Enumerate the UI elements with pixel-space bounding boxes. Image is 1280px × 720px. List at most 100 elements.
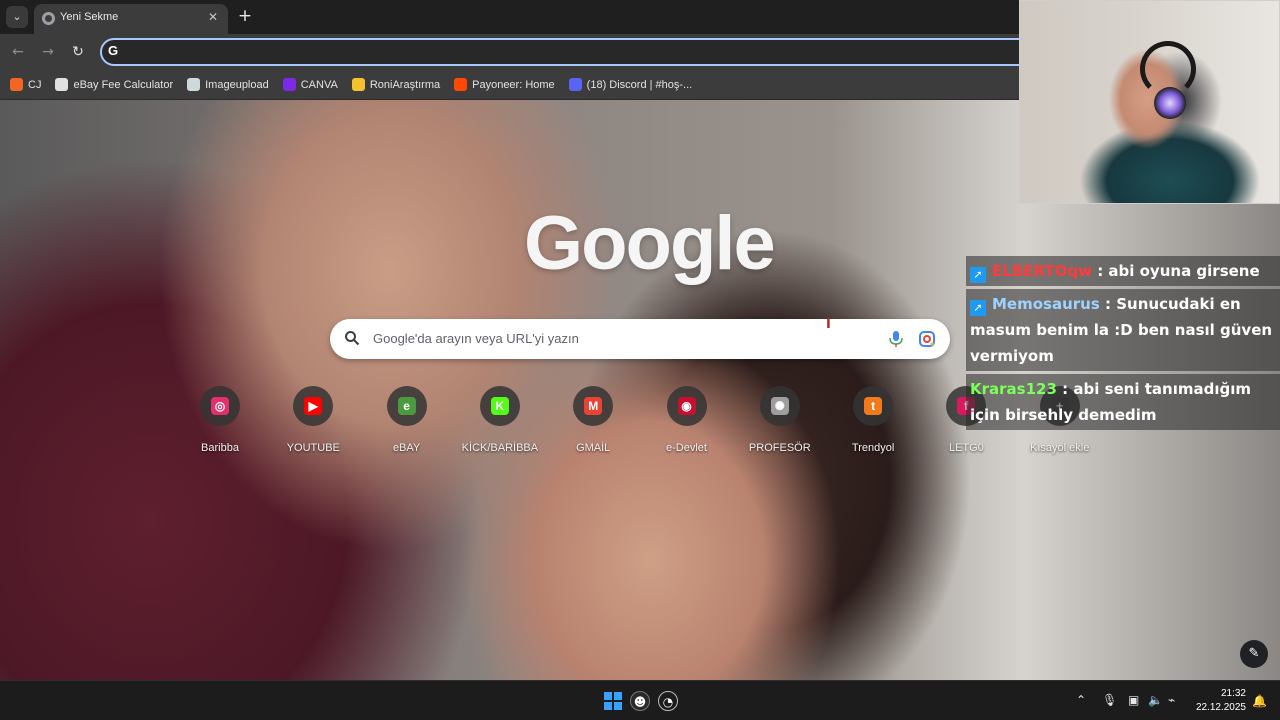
shortcut-favicon-icon: ✺: [770, 397, 789, 415]
shortcut-tile[interactable]: ◉ e-Devlet: [641, 386, 733, 466]
shortcut-favicon-icon: M: [584, 397, 603, 415]
shortcut-icon-circle: M: [573, 386, 614, 426]
forward-icon[interactable]: →: [38, 42, 58, 62]
chrome-icon: [42, 12, 55, 25]
chat-message: Kraras123 : abi seni tanımadığım için bi…: [966, 374, 1280, 430]
shortcut-tile[interactable]: t Trendyol: [827, 386, 919, 466]
bookmark-label: CJ: [28, 78, 42, 91]
shortcut-favicon-icon: ▶: [304, 397, 323, 415]
shortcut-label: e-Devlet: [666, 442, 707, 454]
windows-taskbar: ☻ ◔ ⌃ 🎙 ▣ 🔈 ⌁ 21:32 22.12.2025 🔔: [0, 680, 1280, 720]
shortcut-icon-circle: t: [853, 386, 894, 426]
google-g-icon: G: [108, 43, 119, 58]
headset-earcup-image: [1154, 87, 1186, 119]
stream-chat-overlay: ➚ ELBERTOqw : abi oyuna girsene ➚ Memosauru…: [966, 256, 1280, 430]
microphone-icon[interactable]: [888, 330, 904, 348]
clock-time: 21:32: [1220, 688, 1246, 699]
shortcut-tile[interactable]: M GMAİL: [547, 386, 639, 466]
search-icon: [345, 331, 360, 346]
chat-badge-icon: ➚: [970, 267, 986, 283]
chat-username: Kraras123: [970, 380, 1057, 398]
microphone-tray-icon[interactable]: 🎙: [1102, 693, 1117, 707]
taskbar-chrome-icon[interactable]: ◔: [658, 691, 678, 711]
shortcut-label: KİCK/BARİBBA: [461, 442, 539, 454]
shortcut-label: Trendyol: [851, 442, 895, 454]
webcam-overlay: [1019, 0, 1280, 204]
customize-pencil-icon[interactable]: ✎: [1240, 640, 1268, 668]
chat-username: ELBERTOqw: [992, 262, 1092, 280]
bookmark-label: (18) Discord | #hoş-...: [586, 78, 693, 91]
bookmark-label: RoniAraştırma: [369, 78, 441, 91]
bookmark-label: Imageupload: [205, 78, 269, 91]
shortcut-label: Baribba: [201, 442, 239, 454]
taskbar-app-icon[interactable]: ☻: [630, 691, 650, 711]
shortcut-favicon-icon: e: [397, 397, 416, 415]
shortcut-tile[interactable]: K KİCK/BARİBBA: [454, 386, 546, 466]
back-icon[interactable]: ←: [8, 42, 28, 62]
ntp-search-box[interactable]: Google'da arayın veya URL'yi yazın: [330, 319, 950, 359]
bookmark-item[interactable]: (18) Discord | #hoş-...: [568, 78, 693, 91]
tray-overflow-icon[interactable]: ⌃: [1076, 693, 1086, 707]
tab-search-chevron-icon[interactable]: ⌄: [6, 6, 28, 28]
tab-title: Yeni Sekme: [60, 11, 119, 23]
shortcut-label: YOUTUBE: [286, 442, 340, 454]
bookmark-item[interactable]: RoniAraştırma: [351, 78, 441, 91]
bookmark-item[interactable]: CJ: [10, 78, 41, 91]
clock-date: 22.12.2025: [1195, 702, 1246, 713]
shortcut-tile[interactable]: e eBAY: [361, 386, 453, 466]
shortcut-favicon-icon: ◉: [677, 397, 696, 415]
shortcut-icon-circle: e: [386, 386, 427, 426]
canva-heart-icon: [282, 78, 296, 91]
google-logo: Google: [524, 201, 776, 286]
system-clock[interactable]: 21:32 22.12.2025: [1190, 687, 1246, 715]
shortcut-icon-circle: ✺: [759, 386, 800, 426]
search-placeholder: Google'da arayın veya URL'yi yazın: [373, 331, 579, 346]
shortcut-label: LETG0: [948, 442, 984, 454]
shortcut-icon-circle: ◉: [666, 386, 707, 426]
battery-icon[interactable]: ⌁: [1168, 693, 1175, 707]
chat-username: Memosaurus: [992, 295, 1100, 313]
shortcut-favicon-icon: K: [490, 397, 509, 415]
shortcut-tile[interactable]: ◎ Baribba: [174, 386, 266, 466]
notification-bell-icon[interactable]: 🔔: [1252, 694, 1267, 708]
shortcut-tile[interactable]: ▶ YOUTUBE: [267, 386, 359, 466]
payoneer-icon: [454, 78, 468, 91]
text-cursor-icon: I: [826, 317, 831, 332]
bookmark-label: CANVA: [300, 78, 338, 91]
chat-badge-icon: ➚: [970, 300, 986, 316]
shortcut-icon-circle: ◎: [200, 386, 240, 426]
speaker-icon[interactable]: 🔈: [1148, 693, 1163, 707]
shortcut-favicon-icon: t: [864, 397, 883, 415]
bookmark-item[interactable]: Payoneer: Home: [454, 78, 555, 91]
shortcut-label: Kısayol ekle: [1030, 442, 1090, 454]
bookmark-label: Payoneer: Home: [472, 78, 555, 91]
close-tab-icon[interactable]: ✕: [208, 10, 218, 24]
windows-start-icon[interactable]: [604, 692, 622, 710]
discord-icon: [568, 78, 582, 91]
roni-icon: [351, 78, 365, 91]
google-lens-icon[interactable]: [918, 330, 936, 348]
chat-message: ➚ Memosaurus : Sunucudaki en masum benim …: [966, 289, 1280, 371]
shortcut-label: GMAİL: [576, 442, 611, 454]
shortcut-favicon-icon: ◎: [211, 397, 229, 415]
tab-new-tab[interactable]: Yeni Sekme ✕: [34, 4, 228, 34]
address-input[interactable]: [128, 42, 1028, 62]
bookmark-item[interactable]: CANVA: [282, 78, 338, 91]
reload-icon[interactable]: ↻: [68, 42, 88, 62]
bookmark-label: eBay Fee Calculator: [73, 78, 174, 91]
cj-icon: [10, 78, 23, 91]
bookmark-item[interactable]: eBay Fee Calculator: [55, 78, 173, 91]
imageupload-icon: [187, 78, 201, 91]
shortcut-label: eBAY: [392, 442, 421, 454]
shortcut-label: PROFESÖR: [748, 442, 811, 454]
grid-icon: [55, 78, 69, 91]
shortcut-tile[interactable]: ✺ PROFESÖR: [734, 386, 826, 466]
new-tab-button[interactable]: +: [236, 6, 254, 26]
network-icon[interactable]: ▣: [1128, 693, 1139, 707]
chat-message: ➚ ELBERTOqw : abi oyuna girsene: [966, 256, 1280, 286]
address-bar[interactable]: G: [100, 38, 1080, 66]
shortcut-icon-circle: ▶: [293, 386, 334, 426]
chat-text: : abi oyuna girsene: [1097, 262, 1260, 280]
bookmark-item[interactable]: Imageupload: [187, 78, 269, 91]
shortcut-icon-circle: K: [479, 386, 520, 426]
